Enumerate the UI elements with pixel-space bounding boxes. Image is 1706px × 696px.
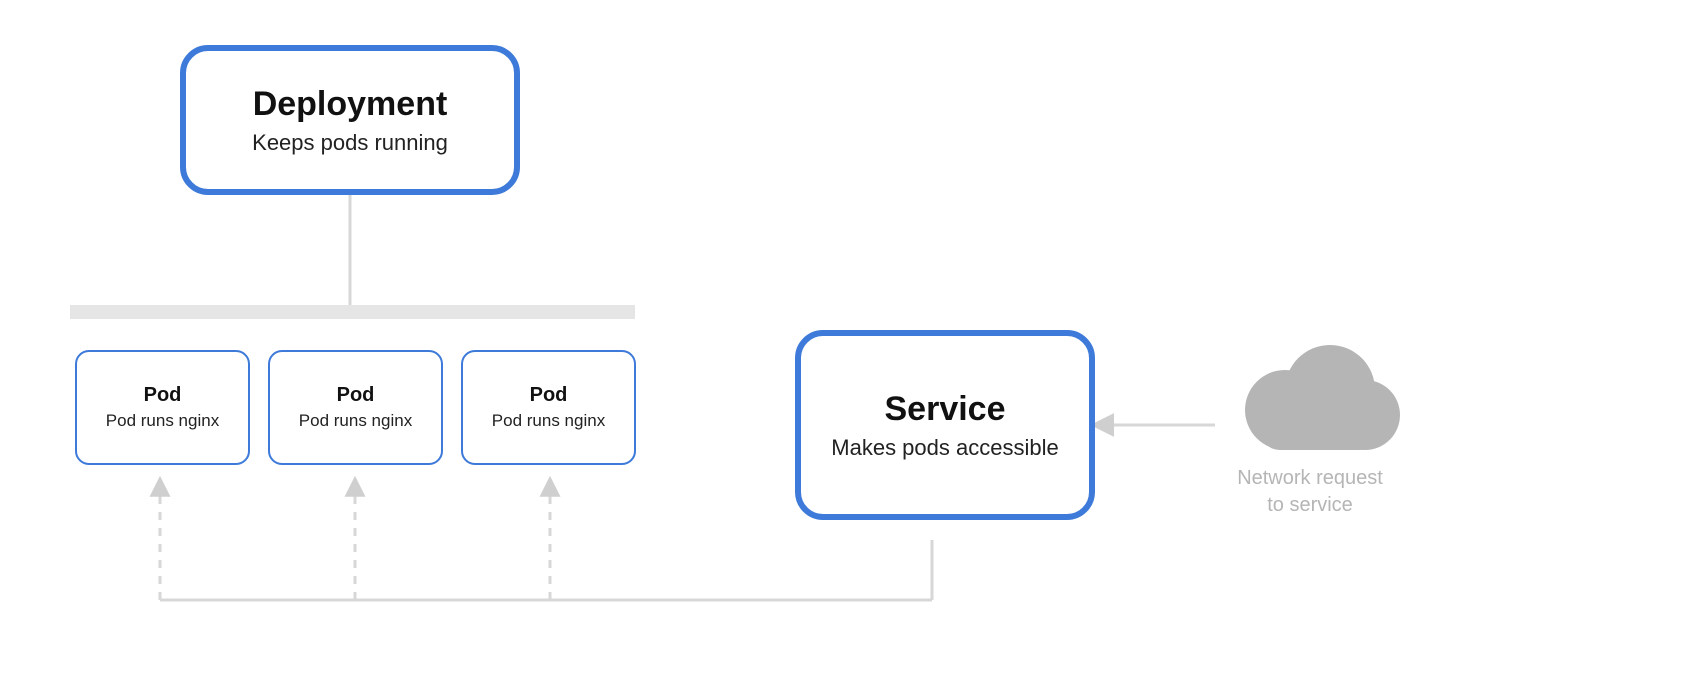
deployment-node: Deployment Keeps pods running — [180, 45, 520, 195]
deployment-subtitle: Keeps pods running — [252, 130, 448, 156]
pods-group-bar — [70, 305, 635, 319]
service-node: Service Makes pods accessible — [795, 330, 1095, 520]
pod-title: Pod — [144, 384, 182, 407]
deployment-title: Deployment — [253, 85, 448, 124]
cloud-icon — [1220, 335, 1400, 455]
pod-node: Pod Pod runs nginx — [268, 350, 443, 465]
pod-subtitle: Pod runs nginx — [299, 411, 412, 431]
pod-node: Pod Pod runs nginx — [75, 350, 250, 465]
service-subtitle: Makes pods accessible — [831, 435, 1058, 461]
cloud-caption-line1: Network request — [1237, 467, 1383, 489]
pod-title: Pod — [530, 384, 568, 407]
pod-subtitle: Pod runs nginx — [492, 411, 605, 431]
cloud-caption-line2: to service — [1267, 494, 1353, 516]
service-title: Service — [885, 390, 1006, 429]
diagram-stage: Deployment Keeps pods running Pod Pod ru… — [0, 0, 1706, 696]
pod-title: Pod — [337, 384, 375, 407]
cloud-caption: Network request to service — [1200, 465, 1420, 519]
pod-node: Pod Pod runs nginx — [461, 350, 636, 465]
pod-subtitle: Pod runs nginx — [106, 411, 219, 431]
